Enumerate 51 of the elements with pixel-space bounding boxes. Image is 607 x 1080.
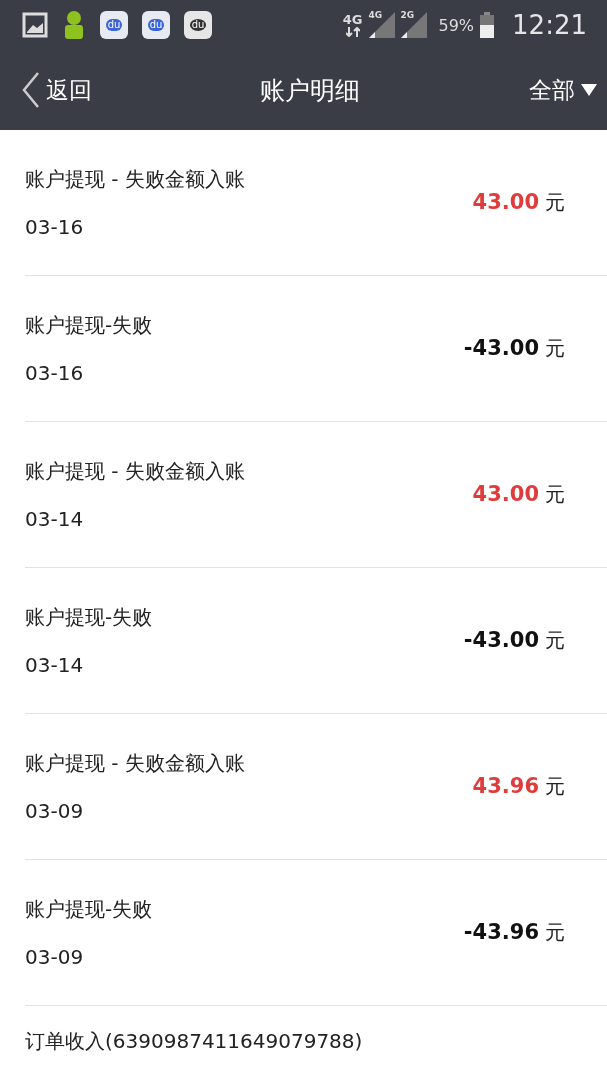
filter-dropdown[interactable]: 全部 [529,74,597,106]
amount: 43.00 [472,482,539,506]
currency-unit: 元 [545,335,565,362]
battery-percent: 59% [438,15,475,35]
record-title: 账户提现 - 失败金额入账 [25,166,245,193]
record-date: 03-09 [25,799,85,823]
record-row[interactable]: 账户提现-失败 03-09 -43.96 元 [25,860,607,1006]
amount: 43.00 [472,190,539,214]
amount: -43.00 [463,336,539,360]
clock: 12:21 [512,10,587,40]
record-date: 03-14 [25,507,85,531]
record-row[interactable]: 账户提现-失败 03-14 -43.00 元 [25,568,607,714]
amount: 43.96 [472,774,539,798]
record-row[interactable]: 账户提现 - 失败金额入账 03-16 43.00 元 [25,130,607,276]
record-title: 账户提现-失败 [25,896,153,923]
record-date: 03-16 [25,361,85,385]
data-arrows-icon [345,27,360,37]
record-date: 03-09 [25,945,85,969]
record-date: 03-16 [25,215,85,239]
currency-unit: 元 [545,919,565,946]
network-type: 4G [342,13,363,27]
record-row[interactable]: 订单收入(6390987411649079788) [25,1006,607,1055]
sim-label: 4G [368,10,383,20]
record-title: 账户提现 - 失败金额入账 [25,458,245,485]
record-title: 账户提现-失败 [25,312,153,339]
back-chevron-icon [22,72,40,108]
amount: -43.96 [463,920,539,944]
map-pin-icon[interactable]: du [184,11,212,39]
sim-label: 2G [400,10,415,20]
record-row[interactable]: 账户提现-失败 03-16 -43.00 元 [25,276,607,422]
person-icon [62,10,86,40]
signal-icon [368,12,395,38]
dropdown-caret-icon [581,84,597,96]
paw-icon[interactable]: du [100,11,128,39]
record-title: 账户提现-失败 [25,604,153,631]
page-title: 账户明细 [259,74,360,107]
record-date: 03-14 [25,653,85,677]
paw-icon[interactable]: du [142,11,170,39]
currency-unit: 元 [545,189,565,216]
currency-unit: 元 [545,627,565,654]
currency-unit: 元 [545,481,565,508]
gallery-icon [22,12,48,38]
back-button[interactable]: 返回 [22,72,92,108]
amount: -43.00 [463,628,539,652]
record-row[interactable]: 账户提现 - 失败金额入账 03-14 43.00 元 [25,422,607,568]
currency-unit: 元 [545,773,565,800]
record-title: 订单收入(6390987411649079788) [25,1028,363,1055]
record-title: 账户提现 - 失败金额入账 [25,750,245,777]
record-row[interactable]: 账户提现 - 失败金额入账 03-09 43.96 元 [25,714,607,860]
signal-icon [400,12,427,38]
battery-icon [480,12,495,38]
